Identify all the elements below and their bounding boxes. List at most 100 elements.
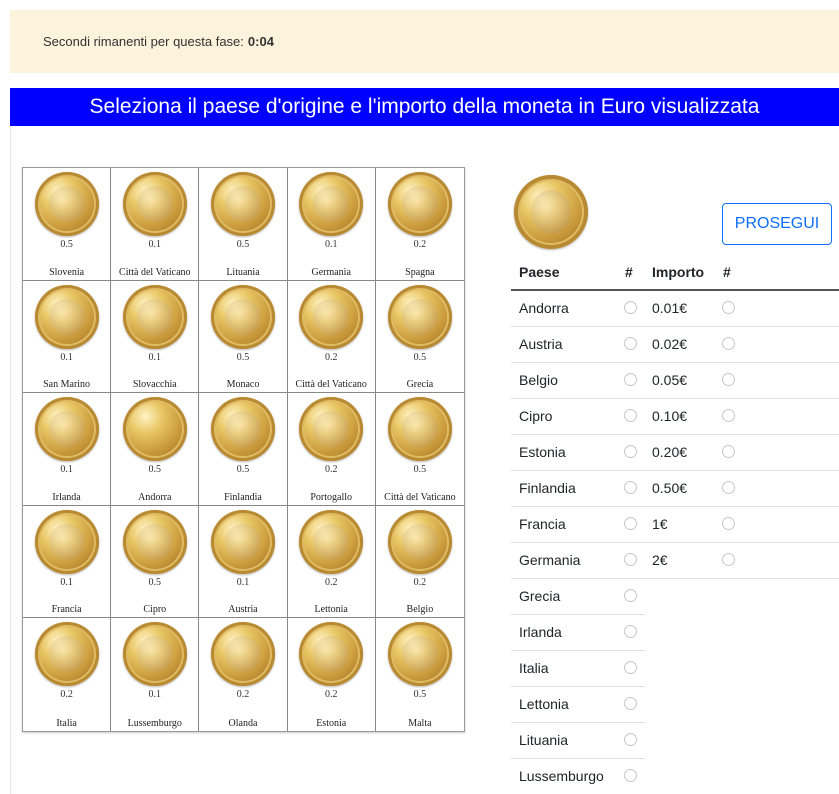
coin-value: 0.5: [60, 239, 73, 250]
coin-country: Cipro: [143, 604, 167, 616]
country-label: Andorra: [519, 300, 569, 316]
coin-value: 0.5: [413, 351, 427, 363]
country-label: Germania: [519, 552, 581, 568]
header-hash-amount: #: [723, 264, 731, 280]
coin-image: [299, 397, 364, 462]
coin-cell: 0.1 Francia: [23, 505, 112, 619]
coin-value: 0.1: [60, 351, 73, 363]
amount-label: 0.01€: [652, 300, 688, 316]
prosegui-button[interactable]: PROSEGUI: [722, 203, 832, 245]
coin-country: Città del Vaticano: [384, 491, 456, 503]
country-radio[interactable]: [624, 733, 637, 746]
coin-value: 0.2: [324, 464, 338, 476]
coin-country: Portogallo: [310, 491, 353, 503]
coin-cell: 0.5 Slovenia: [23, 168, 112, 281]
coin-country: Andorra: [138, 491, 172, 503]
coin-cell: 0.2 Estonia: [288, 618, 376, 731]
coin-value: 0.5: [236, 239, 250, 250]
amount-radio[interactable]: [722, 445, 735, 458]
coin-value: 0.1: [148, 239, 162, 250]
country-radio[interactable]: [624, 481, 637, 494]
country-label: Estonia: [519, 444, 566, 460]
amount-radio[interactable]: [722, 553, 735, 566]
coin-cell: 0.1 Slovacchia: [111, 280, 200, 394]
country-radio[interactable]: [624, 697, 637, 710]
coin-cell: 0.2 Italia: [23, 618, 112, 731]
coin-image: [122, 509, 187, 574]
coin-image: [387, 284, 452, 349]
coin-country: Lituania: [226, 266, 260, 278]
coin-image: [210, 172, 275, 236]
coin-image: [299, 284, 364, 349]
coin-country: Italia: [56, 717, 77, 729]
coin-cell: 0.2 Spagna: [375, 168, 464, 281]
coin-value: 0.1: [60, 464, 73, 476]
amount-label: 0.20€: [652, 444, 688, 460]
coin-image: [34, 172, 99, 236]
coin-country: Olanda: [228, 717, 258, 729]
coin-country: Estonia: [316, 717, 347, 729]
coin-value: 0.2: [413, 576, 427, 588]
coin-cell: 0.1 Germania: [287, 168, 376, 281]
coin-cell: 0.2 Olanda: [199, 618, 288, 731]
amount-radio[interactable]: [722, 409, 735, 422]
country-radio[interactable]: [624, 553, 637, 566]
country-radio[interactable]: [624, 589, 637, 602]
country-radio[interactable]: [624, 445, 637, 458]
coin-country: Finlandia: [224, 491, 262, 503]
coin-cell: 0.1 Lussemburgo: [111, 618, 200, 731]
coin-image: [122, 284, 187, 349]
coin-value: 0.5: [413, 689, 427, 701]
coin-value: 0.2: [413, 239, 427, 250]
coin-image: [299, 172, 364, 236]
coin-value: 0.1: [236, 576, 250, 588]
coin-image: [387, 622, 452, 687]
country-radio[interactable]: [624, 409, 637, 422]
coin-cell: 0.5 Andorra: [111, 393, 200, 506]
coin-country: Belgio: [406, 604, 434, 616]
coin-image: [210, 284, 275, 349]
amount-label: 0.02€: [652, 336, 688, 352]
coin-image: [387, 397, 452, 462]
coin-value: 0.1: [324, 239, 338, 250]
coin-reference-grid: 0.5 Slovenia 0.1 Città del Vaticano 0.5 Litua…: [22, 167, 465, 732]
left-border: [10, 126, 11, 794]
amount-radio[interactable]: [722, 481, 735, 494]
amount-radio[interactable]: [722, 517, 735, 530]
amount-label: 0.05€: [652, 372, 688, 388]
coin-value: 0.2: [60, 689, 73, 701]
coin-cell: 0.2 Belgio: [375, 506, 464, 619]
country-label: Italia: [519, 660, 549, 676]
coin-country: Austria: [228, 604, 258, 616]
coin-value: 0.1: [60, 576, 73, 588]
coin-country: San Marino: [43, 379, 91, 391]
header-paese: Paese: [519, 264, 560, 280]
country-radio[interactable]: [624, 373, 637, 386]
country-radio[interactable]: [624, 517, 637, 530]
coin-country: Malta: [408, 717, 432, 729]
coin-cell: 0.1 Austria: [199, 505, 288, 619]
amount-radio[interactable]: [722, 301, 735, 314]
coin-image: [387, 509, 452, 574]
coin-cell: 0.5 Lituania: [199, 168, 288, 281]
amount-radio[interactable]: [722, 373, 735, 386]
country-label: Lituania: [519, 732, 569, 748]
coin-cell: 0.2 Città del Vaticano: [287, 280, 376, 394]
coin-image: [34, 284, 99, 349]
country-radio[interactable]: [624, 625, 637, 638]
coin-image: [122, 622, 187, 687]
timer-label: Secondi rimanenti per questa fase:: [43, 34, 244, 49]
coin-country: Lussemburgo: [127, 717, 182, 729]
coin-image: [387, 172, 452, 236]
country-radio[interactable]: [624, 769, 637, 782]
country-radio[interactable]: [624, 661, 637, 674]
amount-radio[interactable]: [722, 337, 735, 350]
coin-cell: 0.5 Malta: [376, 618, 464, 731]
coin-value: 0.5: [148, 464, 162, 476]
coin-country: Francia: [51, 604, 82, 616]
country-radio[interactable]: [624, 337, 637, 350]
coin-value: 0.2: [324, 351, 338, 363]
coin-cell: 0.5 Cipro: [111, 505, 200, 619]
country-radio[interactable]: [624, 301, 637, 314]
coin-country: Slovenia: [49, 266, 85, 278]
